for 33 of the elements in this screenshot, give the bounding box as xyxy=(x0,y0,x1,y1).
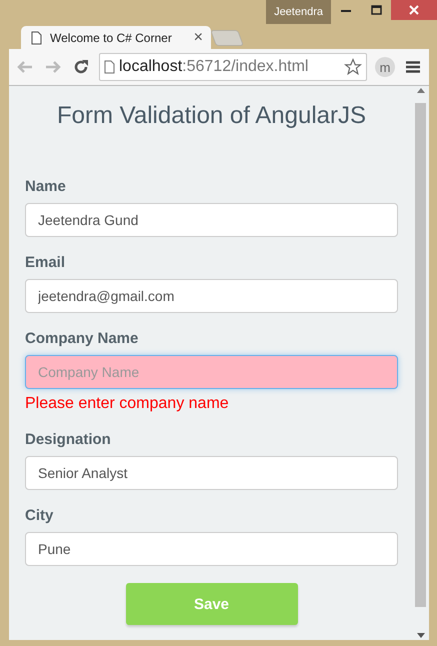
input-field[interactable]: Pune xyxy=(25,532,398,566)
field-label: Email xyxy=(25,254,66,271)
input-field[interactable]: jeetendra@gmail.com xyxy=(25,279,398,313)
maximize-icon xyxy=(370,5,382,15)
page-icon xyxy=(104,60,115,74)
reload-icon xyxy=(73,59,89,75)
field-label: Company Name xyxy=(25,330,140,347)
address-bar[interactable]: localhost:56712/index.html xyxy=(99,53,367,81)
star-icon xyxy=(344,58,362,76)
page-icon xyxy=(31,30,42,44)
tab-close-button[interactable]: × xyxy=(194,30,203,46)
input-field[interactable]: Jeetendra Gund xyxy=(25,203,398,237)
field-label: Name xyxy=(25,178,67,195)
menu-icon xyxy=(406,61,420,73)
user-name: Jeetendra xyxy=(266,0,331,24)
field-label: City xyxy=(25,507,54,524)
profile-avatar[interactable]: m xyxy=(375,57,395,77)
url-path: :56712/index.html xyxy=(182,58,310,76)
page-heading: Form Validation of AngularJS xyxy=(56,102,368,130)
scroll-up-icon xyxy=(416,88,424,93)
close-button[interactable] xyxy=(391,0,437,20)
url-host: localhost xyxy=(119,58,182,76)
minimize-icon xyxy=(341,8,351,12)
forward-arrow-icon xyxy=(45,60,61,74)
input-field[interactable]: Company Name xyxy=(25,355,398,389)
input-field[interactable]: Senior Analyst xyxy=(25,456,398,490)
close-icon xyxy=(409,5,419,15)
error-message: Please enter company name xyxy=(25,395,230,413)
scrollbar-thumb[interactable] xyxy=(415,103,426,607)
browser-tab[interactable]: Welcome to C# Corner × xyxy=(21,26,211,49)
field-label: Designation xyxy=(25,431,112,448)
scroll-down-icon xyxy=(416,633,424,638)
back-arrow-icon xyxy=(17,60,33,74)
